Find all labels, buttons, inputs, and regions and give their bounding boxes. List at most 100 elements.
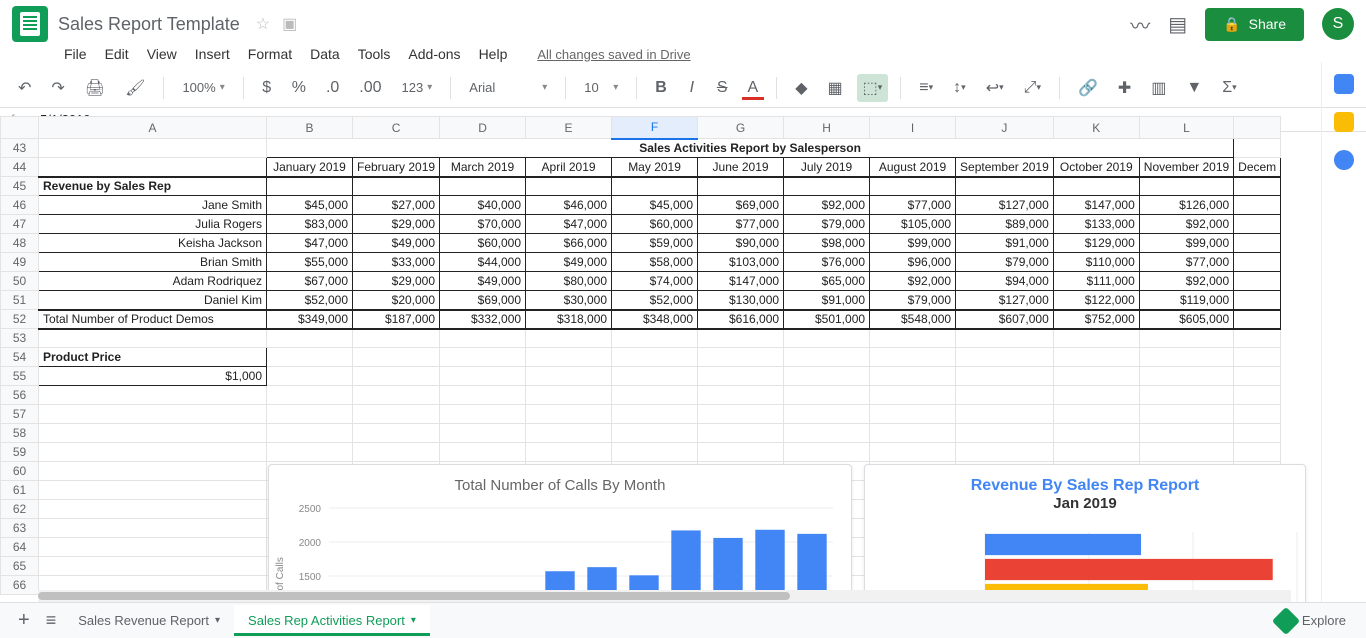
format-currency-icon[interactable]: $	[256, 75, 278, 101]
row-header[interactable]: 64	[1, 538, 39, 557]
sheets-logo[interactable]	[12, 6, 48, 42]
col-header[interactable]: H	[784, 117, 870, 139]
col-header[interactable]: J	[956, 117, 1054, 139]
explore-icon	[1272, 606, 1300, 634]
col-header[interactable]: K	[1053, 117, 1139, 139]
text-color-icon[interactable]: A	[742, 75, 765, 100]
menu-data[interactable]: Data	[302, 42, 348, 66]
valign-icon[interactable]: ↕▾	[947, 75, 972, 101]
svg-text:2000: 2000	[299, 538, 322, 549]
menu-file[interactable]: File	[56, 42, 95, 66]
menu-tools[interactable]: Tools	[350, 42, 399, 66]
fontsize-select[interactable]: 10▾	[578, 78, 624, 97]
row-header[interactable]: 54	[1, 348, 39, 367]
all-sheets-button[interactable]: ≡	[38, 604, 65, 637]
number-format-select[interactable]: 123▾	[396, 78, 439, 97]
merge-cells-icon[interactable]: ⬚▾	[857, 74, 889, 102]
chart-icon[interactable]: ▥	[1145, 74, 1172, 102]
col-header[interactable]: C	[353, 117, 440, 139]
filter-icon[interactable]: ▼	[1180, 75, 1208, 101]
add-sheet-button[interactable]: +	[10, 603, 38, 638]
menu-addons[interactable]: Add-ons	[400, 42, 468, 66]
zoom-select[interactable]: 100%▾	[176, 78, 230, 97]
col-header[interactable]: E	[526, 117, 612, 139]
menu-insert[interactable]: Insert	[187, 42, 238, 66]
comments-icon[interactable]: ▤	[1168, 12, 1187, 37]
menu-view[interactable]: View	[139, 42, 185, 66]
tab-sales-rep-activities[interactable]: Sales Rep Activities Report▾	[234, 605, 430, 636]
row-header[interactable]: 62	[1, 500, 39, 519]
menu-bar: File Edit View Insert Format Data Tools …	[0, 40, 1366, 68]
tab-sales-revenue[interactable]: Sales Revenue Report▾	[64, 605, 234, 636]
col-header[interactable]: L	[1139, 117, 1233, 139]
row-header[interactable]: 49	[1, 253, 39, 272]
bold-icon[interactable]: B	[649, 75, 673, 101]
row-header[interactable]: 43	[1, 139, 39, 158]
decrease-decimal-icon[interactable]: .0	[320, 75, 345, 101]
row-header[interactable]: 59	[1, 443, 39, 462]
row-header[interactable]: 52	[1, 310, 39, 329]
doc-title[interactable]: Sales Report Template	[58, 14, 240, 35]
col-header[interactable]: A	[39, 117, 267, 139]
col-header[interactable]: I	[870, 117, 956, 139]
font-select[interactable]: Arial▾	[463, 78, 553, 97]
share-button[interactable]: 🔒 Share	[1205, 8, 1304, 41]
chart-calls-by-month[interactable]: Total Number of Calls By Month 050010001…	[268, 464, 852, 602]
undo-icon[interactable]: ↶	[12, 74, 37, 102]
format-percent-icon[interactable]: %	[286, 75, 312, 101]
save-status[interactable]: All changes saved in Drive	[537, 47, 690, 62]
row-header[interactable]: 56	[1, 386, 39, 405]
halign-icon[interactable]: ≡▾	[913, 75, 939, 101]
borders-icon[interactable]: ▦	[822, 74, 849, 102]
explore-button[interactable]: Explore	[1276, 611, 1356, 631]
chart-revenue-by-rep[interactable]: Revenue By Sales Rep Report Jan 2019 Mon…	[864, 464, 1306, 602]
row-header[interactable]: 63	[1, 519, 39, 538]
col-header[interactable]: F	[612, 117, 698, 139]
row-header[interactable]: 58	[1, 424, 39, 443]
col-header[interactable]: G	[698, 117, 784, 139]
calendar-sideicon[interactable]	[1334, 74, 1354, 94]
row-header[interactable]: 60	[1, 462, 39, 481]
row-header[interactable]: 50	[1, 272, 39, 291]
menu-format[interactable]: Format	[240, 42, 300, 66]
increase-decimal-icon[interactable]: .00	[353, 75, 387, 101]
paint-format-icon[interactable]: 🖌	[119, 74, 151, 102]
wrap-icon[interactable]: ↩▾	[980, 74, 1010, 102]
menu-edit[interactable]: Edit	[97, 42, 137, 66]
row-header[interactable]: 65	[1, 557, 39, 576]
row-header[interactable]: 55	[1, 367, 39, 386]
row-header[interactable]: 48	[1, 234, 39, 253]
row-header[interactable]: 61	[1, 481, 39, 500]
row-header[interactable]: 66	[1, 576, 39, 595]
lock-icon: 🔒	[1223, 16, 1240, 33]
col-header[interactable]: D	[440, 117, 526, 139]
row-header[interactable]: 44	[1, 158, 39, 177]
svg-text:2500: 2500	[299, 504, 322, 515]
menu-help[interactable]: Help	[471, 42, 516, 66]
strikethrough-icon[interactable]: S	[711, 75, 734, 101]
row-header[interactable]: 45	[1, 177, 39, 196]
spreadsheet-grid[interactable]: ABCDEFGHIJKL43Sales Activities Report by…	[0, 116, 1321, 602]
italic-icon[interactable]: I	[681, 75, 703, 101]
rotate-icon[interactable]: ⤢▾	[1018, 75, 1047, 101]
keep-sideicon[interactable]	[1334, 112, 1354, 132]
move-folder-icon[interactable]: ▣	[282, 14, 297, 34]
horizontal-scrollbar[interactable]	[38, 590, 1291, 602]
star-icon[interactable]: ☆	[256, 14, 270, 34]
row-header[interactable]: 57	[1, 405, 39, 424]
comment-icon[interactable]: ✚	[1112, 74, 1137, 102]
trend-icon[interactable]: 〰	[1130, 10, 1150, 39]
row-header[interactable]: 53	[1, 329, 39, 348]
link-icon[interactable]: 🔗	[1072, 74, 1104, 102]
redo-icon[interactable]: ↷	[45, 74, 70, 102]
row-header[interactable]: 46	[1, 196, 39, 215]
chart2-title: Revenue By Sales Rep Report	[865, 465, 1305, 495]
functions-icon[interactable]: Σ▾	[1216, 75, 1242, 101]
print-icon[interactable]: 🖨	[79, 74, 111, 102]
col-header[interactable]: B	[267, 117, 353, 139]
row-header[interactable]: 47	[1, 215, 39, 234]
tasks-sideicon[interactable]	[1334, 150, 1354, 170]
row-header[interactable]: 51	[1, 291, 39, 310]
fill-color-icon[interactable]: ◆	[789, 74, 813, 102]
account-avatar[interactable]: S	[1322, 8, 1354, 40]
